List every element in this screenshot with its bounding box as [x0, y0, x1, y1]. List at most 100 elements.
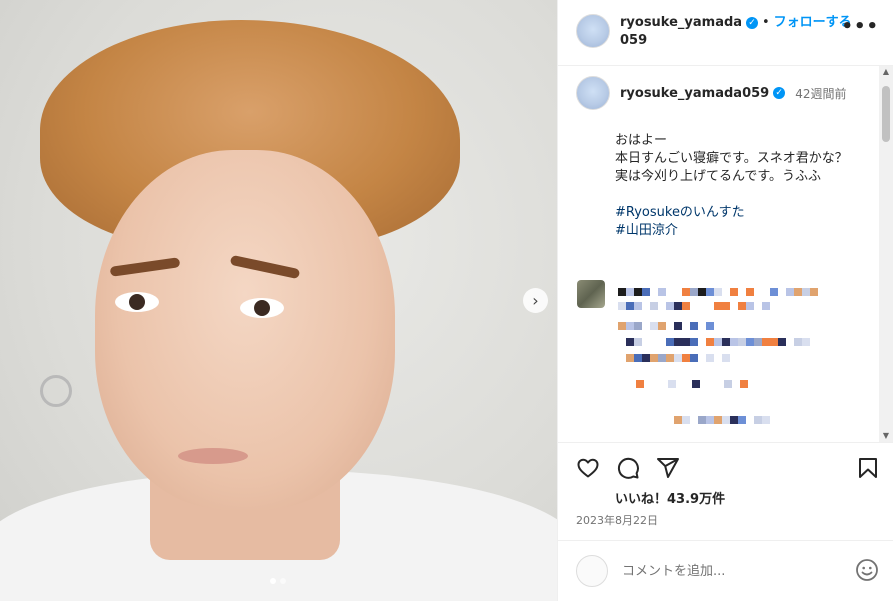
redacted-pixel: [730, 288, 738, 296]
verified-badge-icon: ✓: [746, 17, 758, 29]
redacted-pixel: [626, 338, 634, 346]
comments-scrollbar[interactable]: ▲ ▼: [879, 66, 893, 442]
redacted-pixel: [698, 416, 706, 424]
redacted-pixel: [682, 338, 690, 346]
carousel-next-button[interactable]: ›: [523, 288, 548, 313]
redacted-pixel: [762, 302, 770, 310]
redacted-pixel: [650, 322, 658, 330]
redacted-pixel: [738, 338, 746, 346]
redacted-pixel: [626, 354, 634, 362]
caption-line: 本日すんごい寝癖です。スネオ君かな？: [615, 151, 848, 166]
post-photo[interactable]: ›: [0, 0, 557, 601]
caption-time[interactable]: 42週間前: [795, 85, 846, 102]
carousel-dot-2: [280, 578, 286, 584]
action-bar: [576, 456, 877, 482]
redacted-pixel: [634, 288, 642, 296]
redacted-pixel: [738, 416, 746, 424]
carousel-dot-1: [270, 578, 276, 584]
caption-author-avatar[interactable]: [576, 76, 610, 110]
post-date[interactable]: 2023年8月22日: [576, 512, 658, 528]
redacted-pixel: [778, 338, 786, 346]
redacted-pixel: [740, 380, 748, 388]
redacted-pixel: [754, 416, 762, 424]
scroll-up-icon[interactable]: ▲: [879, 66, 893, 78]
comment-icon[interactable]: [616, 456, 640, 480]
redacted-pixel: [690, 288, 698, 296]
redacted-pixel: [618, 302, 626, 310]
heart-icon[interactable]: [576, 456, 600, 480]
caption-text: おはよー 本日すんごい寝癖です。スネオ君かな？ 実は今刈り上げてるんです。うふふ…: [615, 132, 870, 240]
redacted-pixel: [794, 338, 802, 346]
redacted-pixel: [682, 416, 690, 424]
redacted-pixel: [810, 288, 818, 296]
photo-eye-right: [240, 298, 284, 318]
redacted-pixel: [666, 302, 674, 310]
scroll-down-icon[interactable]: ▼: [879, 430, 893, 442]
caption-username[interactable]: ryosuke_yamada059: [620, 86, 769, 101]
redacted-pixel: [634, 354, 642, 362]
redacted-pixel: [794, 288, 802, 296]
redacted-pixel: [690, 322, 698, 330]
author-username[interactable]: ryosuke_yamada059: [620, 14, 744, 50]
viewer-avatar: [576, 555, 608, 587]
follow-button[interactable]: フォローする: [774, 14, 852, 32]
bookmark-icon[interactable]: [856, 456, 880, 480]
header-separator: •: [762, 15, 770, 30]
actions-divider: [558, 442, 893, 443]
redacted-pixel: [746, 288, 754, 296]
redacted-pixel: [762, 416, 770, 424]
redacted-pixel: [634, 302, 642, 310]
redacted-pixel: [682, 354, 690, 362]
chevron-right-icon: ›: [532, 291, 539, 310]
caption-line: [615, 186, 870, 204]
author-avatar[interactable]: [576, 14, 610, 48]
redacted-pixel: [674, 302, 682, 310]
redacted-pixel: [706, 322, 714, 330]
more-icon[interactable]: •••: [841, 16, 879, 37]
redacted-pixel: [666, 354, 674, 362]
likes-count[interactable]: いいね！43.9万件: [615, 488, 725, 507]
redacted-pixel: [714, 416, 722, 424]
redacted-pixel: [706, 288, 714, 296]
post-side-panel: ryosuke_yamada059 ✓ • フォローする ••• ryosuke…: [557, 0, 893, 601]
redacted-pixel: [706, 354, 714, 362]
comment-input[interactable]: [620, 562, 844, 580]
redacted-pixel: [730, 338, 738, 346]
hashtag-link[interactable]: #山田涼介: [615, 222, 870, 240]
scrollbar-thumb[interactable]: [882, 86, 890, 142]
smiley-icon[interactable]: [855, 558, 879, 582]
redacted-pixel: [770, 338, 778, 346]
redacted-pixel: [626, 302, 634, 310]
redacted-pixel: [682, 302, 690, 310]
photo-mouth: [178, 448, 248, 464]
redacted-pixel: [650, 302, 658, 310]
share-icon[interactable]: [656, 456, 680, 480]
caption-line: おはよー: [615, 133, 668, 148]
redacted-pixel: [650, 354, 658, 362]
redacted-pixel: [714, 338, 722, 346]
redacted-pixel: [690, 354, 698, 362]
redacted-pixel: [658, 322, 666, 330]
caption-header: ryosuke_yamada059 ✓ 42週間前: [576, 76, 846, 110]
redacted-pixel: [618, 322, 626, 330]
caption-line: 実は今刈り上げてるんです。うふふ: [615, 169, 822, 184]
redacted-pixel: [786, 288, 794, 296]
redacted-pixel: [682, 288, 690, 296]
hashtag-link[interactable]: #Ryosukeのいんすた: [615, 204, 870, 222]
redacted-pixel: [714, 302, 722, 310]
redacted-pixel: [706, 338, 714, 346]
redacted-pixel: [724, 380, 732, 388]
redacted-pixel: [722, 416, 730, 424]
comment-divider: [558, 540, 893, 541]
comments-scroll-area[interactable]: ryosuke_yamada059 ✓ 42週間前 おはよー 本日すんごい寝癖で…: [558, 66, 893, 442]
redacted-pixel: [754, 338, 762, 346]
redacted-pixel: [658, 288, 666, 296]
redacted-pixel: [730, 416, 738, 424]
redacted-pixel: [706, 416, 714, 424]
redacted-pixel: [762, 338, 770, 346]
follow-group: ✓ • フォローする: [746, 14, 852, 32]
redacted-pixel: [626, 288, 634, 296]
photo-earring: [40, 375, 72, 407]
redacted-pixel: [738, 302, 746, 310]
redacted-pixel: [722, 354, 730, 362]
